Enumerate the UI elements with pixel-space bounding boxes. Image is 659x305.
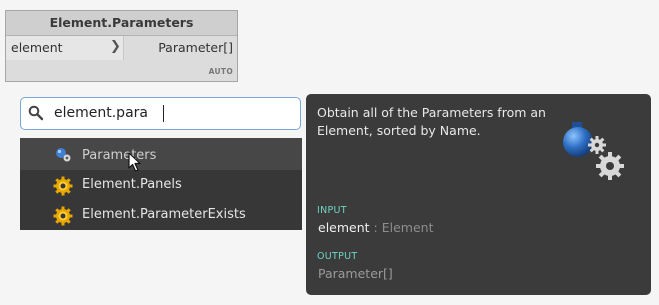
node-tooltip: Obtain all of the Parameters from an Ele… [306, 94, 651, 295]
result-label: Element.Panels [82, 177, 182, 192]
input-port-element[interactable]: element ❯ [6, 36, 124, 60]
input-parameter-type: Element [381, 220, 434, 235]
result-item-parameters[interactable]: Parameters [20, 138, 302, 172]
output-heading: OUTPUT [317, 251, 358, 262]
search-input[interactable]: element.para [54, 105, 148, 121]
output-parameter-type: Parameter[] [318, 266, 393, 281]
input-heading: INPUT [317, 205, 347, 216]
input-parameter: element : Element [318, 220, 433, 235]
tooltip-description: Obtain all of the Parameters from an Ele… [317, 105, 546, 138]
element-parameters-node[interactable]: Element.Parameters element ❯ Parameter[]… [5, 10, 238, 82]
node-title: Element.Parameters [6, 11, 237, 36]
text-caret [163, 105, 164, 122]
gear-icon [53, 206, 73, 230]
search-field[interactable]: element.para [20, 97, 301, 130]
result-label: Element.ParameterExists [82, 207, 246, 222]
output-port-label[interactable]: Parameter[] [158, 40, 233, 55]
input-parameter-separator: : [369, 220, 382, 235]
node-large-icon [560, 120, 630, 190]
parameters-node-icon [55, 147, 73, 167]
search-icon [28, 105, 44, 125]
chevron-right-icon: ❯ [110, 39, 121, 54]
input-parameter-name: element [318, 220, 370, 235]
search-results-list: Parameters Element.Panels Element.Parame… [20, 138, 302, 230]
input-port-label: element [11, 40, 63, 55]
lacing-badge[interactable]: AUTO [209, 67, 233, 76]
result-item-element-panels[interactable]: Element.Panels [20, 170, 302, 200]
node-port-row: element ❯ Parameter[] [6, 36, 237, 60]
gear-icon [53, 176, 73, 200]
result-item-element-parameterexists[interactable]: Element.ParameterExists [20, 200, 302, 230]
result-label: Parameters [82, 148, 157, 163]
